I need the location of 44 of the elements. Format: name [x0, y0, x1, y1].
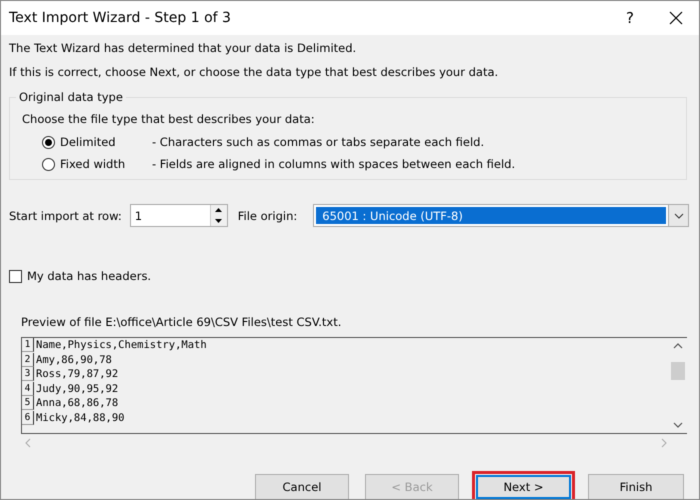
start-row-label: Start import at row:: [9, 208, 122, 222]
preview-line: Anna,68,86,78: [36, 397, 118, 410]
file-origin-label: File origin:: [238, 208, 298, 222]
checkbox[interactable]: [9, 270, 22, 282]
preview-line: Ross,79,87,92: [36, 368, 118, 380]
line-number: 2: [22, 352, 34, 367]
preview-line: Amy,86,90,78: [36, 354, 112, 366]
spin-down-button[interactable]: [210, 216, 227, 226]
start-row-spinner[interactable]: 1: [130, 204, 228, 227]
dialog-button[interactable]: Cancel: [255, 474, 349, 499]
up-arrow-icon[interactable]: [215, 208, 222, 212]
preview-line: Micky,84,88,90: [36, 412, 125, 424]
option-description: - Characters such as commas or tabs separate each field.: [152, 135, 484, 149]
dialog-button[interactable]: Next >: [472, 471, 575, 499]
line-number: 6: [22, 410, 34, 425]
radio-label[interactable]: Fixed width: [60, 157, 126, 171]
down-arrow-icon[interactable]: [215, 218, 222, 223]
help-button[interactable]: ?: [607, 1, 653, 35]
option-description: - Fields are aligned in columns with spaces between each field.: [152, 157, 516, 171]
preview-title: Preview of file E:\office\Article 69\CSV Files\test CSV.txt.: [21, 315, 342, 329]
dialog-button[interactable]: Finish: [588, 474, 684, 499]
window-title: Text Import Wizard - Step 1 of 3: [9, 10, 232, 26]
line-number: 5: [22, 396, 34, 410]
dropdown-button[interactable]: [668, 205, 688, 226]
spin-up-button[interactable]: [210, 205, 227, 216]
scroll-down-icon[interactable]: [673, 421, 683, 429]
group-legend: Original data type: [16, 90, 126, 104]
checkbox-label[interactable]: My data has headers.: [27, 269, 152, 283]
intro-text: The Text Wizard has determined that your data is Delimited.: [9, 41, 358, 55]
line-number: 4: [22, 382, 34, 396]
preview-line: Name,Physics,Chemistry,Math: [36, 339, 207, 352]
preview-line: Judy,90,95,92: [36, 382, 118, 395]
intro-text: If this is correct, choose Next, or choose the data type that best describes your data.: [9, 65, 500, 79]
chevron-down-icon[interactable]: [674, 212, 684, 218]
prompt-text: Choose the file type that best describes your data:: [22, 112, 316, 126]
radio-button[interactable]: [42, 158, 55, 170]
radio-label[interactable]: Delimited: [60, 135, 116, 149]
close-icon[interactable]: [669, 11, 683, 25]
scroll-up-icon[interactable]: [673, 342, 683, 350]
line-number: 3: [22, 367, 34, 382]
radio-button[interactable]: [42, 136, 55, 148]
scrollbar-thumb[interactable]: [671, 362, 685, 380]
line-number: 1: [22, 338, 34, 352]
file-origin-dropdown[interactable]: 65001 : Unicode (UTF-8): [313, 204, 689, 227]
